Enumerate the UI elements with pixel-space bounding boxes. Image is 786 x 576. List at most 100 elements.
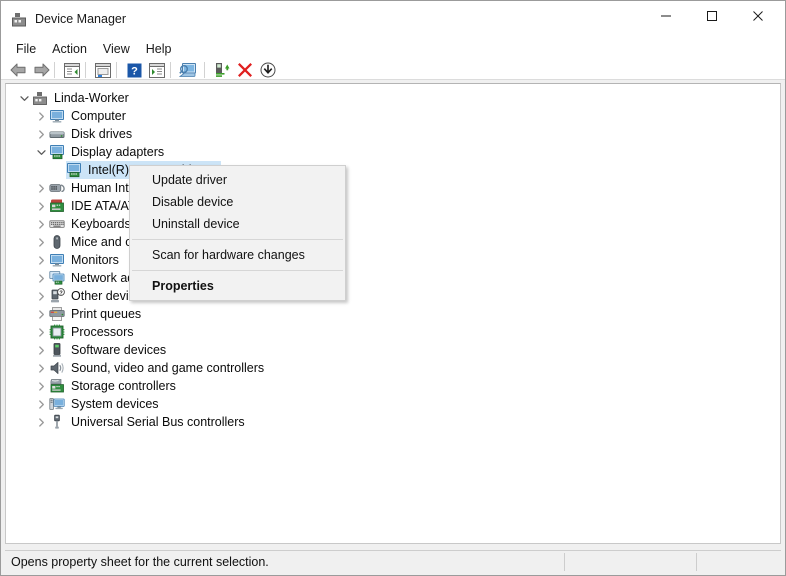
chevron-down-icon[interactable] [16,89,32,107]
chevron-right-icon[interactable] [33,305,49,323]
context-menu-separator [132,270,343,271]
tree-item-label: Print queues [71,307,142,321]
context-menu-item-update-driver[interactable]: Update driver [130,169,345,191]
toolbar-separator [85,62,86,78]
printer-icon [49,306,65,322]
context-menu[interactable]: Update driver Disable device Uninstall d… [129,165,346,301]
status-message: Opens property sheet for the current sel… [11,555,269,569]
tree-item-label: Display adapters [71,145,165,159]
tree-item-label: Keyboards [71,217,131,231]
chevron-right-icon[interactable] [33,197,49,215]
maximize-button[interactable] [689,1,735,31]
device-manager-icon [11,11,28,28]
chevron-right-icon[interactable] [33,323,49,341]
chevron-right-icon[interactable] [33,359,49,377]
tree-item-sound-video-game-controllers[interactable]: Sound, video and game controllers [33,359,264,377]
status-divider [696,553,697,571]
chevron-right-icon[interactable] [33,125,49,143]
chevron-right-icon[interactable] [33,233,49,251]
enable-device-icon[interactable] [211,61,233,79]
menu-help[interactable]: Help [138,40,180,59]
status-divider [564,553,565,571]
hid-icon [49,180,65,196]
context-menu-item-scan-for-hardware-changes[interactable]: Scan for hardware changes [130,244,345,266]
software-device-icon [49,342,65,358]
tree-item-processors[interactable]: Processors [33,323,134,341]
chevron-right-icon[interactable] [33,179,49,197]
tree-item-label: Software devices [71,343,167,357]
device-manager-window: Device Manager File Action View Help ? L… [0,0,786,576]
scan-hardware-changes-icon[interactable] [177,61,199,79]
chevron-down-icon[interactable] [33,143,49,161]
window-title: Device Manager [35,12,127,26]
toolbar-separator [54,62,55,78]
chevron-right-icon[interactable] [33,215,49,233]
menu-bar: File Action View Help [1,39,785,59]
processor-icon [49,324,65,340]
sound-icon [49,360,65,376]
mouse-icon [49,234,65,250]
properties-icon[interactable] [92,61,114,79]
tree-item-software-devices[interactable]: Software devices [33,341,166,359]
tree-item-label: Universal Serial Bus controllers [71,415,245,429]
svg-text:?: ? [131,65,138,77]
chevron-right-icon[interactable] [33,377,49,395]
toolbar: ? [1,59,785,80]
chevron-right-icon[interactable] [33,341,49,359]
tree-item-label: Linda-Worker [54,91,129,105]
chevron-right-icon[interactable] [33,269,49,287]
chevron-right-icon[interactable] [33,413,49,431]
chevron-right-icon[interactable] [33,251,49,269]
chevron-right-icon[interactable] [33,395,49,413]
toolbar-separator [170,62,171,78]
back-icon[interactable] [7,61,29,79]
chevron-right-icon[interactable] [33,287,49,305]
tree-item-keyboards[interactable]: Keyboards [33,215,131,233]
tree-item-monitors[interactable]: Monitors [33,251,119,269]
storage-controller-icon [49,378,65,394]
tree-item-system-devices[interactable]: System devices [33,395,159,413]
menu-action[interactable]: Action [44,40,95,59]
toolbar-separator [116,62,117,78]
device-tree[interactable]: Linda-Worker Computer Disk drives Displa… [5,83,781,544]
tree-item-label: Processors [71,325,134,339]
tree-item-label: Monitors [71,253,119,267]
tree-item-label: Storage controllers [71,379,176,393]
disable-device-icon[interactable] [257,61,279,79]
forward-icon[interactable] [30,61,52,79]
usb-icon [49,414,65,430]
tree-item-usb-controllers[interactable]: Universal Serial Bus controllers [33,413,245,431]
tree-item-label: Sound, video and game controllers [71,361,265,375]
update-driver-icon[interactable] [146,61,168,79]
menu-file[interactable]: File [8,40,44,59]
monitor-icon [49,252,65,268]
close-button[interactable] [735,1,781,31]
tree-item-print-queues[interactable]: Print queues [33,305,141,323]
system-device-icon [49,396,65,412]
minimize-button[interactable] [643,1,689,31]
context-menu-item-disable-device[interactable]: Disable device [130,191,345,213]
tree-item-disk-drives[interactable]: Disk drives [33,125,132,143]
tree-item-label: System devices [71,397,159,411]
display-adapter-icon [66,162,82,178]
context-menu-item-uninstall-device[interactable]: Uninstall device [130,213,345,235]
menu-view[interactable]: View [95,40,138,59]
tree-item-display-adapters[interactable]: Display adapters [33,143,164,161]
tree-item-root[interactable]: Linda-Worker [16,89,129,107]
display-adapter-icon [49,144,65,160]
chevron-right-icon[interactable] [33,107,49,125]
other-device-icon: ? [49,288,65,304]
show-hide-console-tree-icon[interactable] [61,61,83,79]
tree-item-storage-controllers[interactable]: Storage controllers [33,377,176,395]
help-icon[interactable]: ? [123,61,145,79]
disk-drive-icon [49,126,65,142]
uninstall-device-icon[interactable] [234,61,256,79]
toolbar-separator [204,62,205,78]
title-bar: Device Manager [1,1,785,39]
computer-root-icon [32,90,48,106]
context-menu-item-properties[interactable]: Properties [130,275,345,297]
computer-icon [49,108,65,124]
status-bar: Opens property sheet for the current sel… [5,550,781,572]
tree-item-computer[interactable]: Computer [33,107,126,125]
